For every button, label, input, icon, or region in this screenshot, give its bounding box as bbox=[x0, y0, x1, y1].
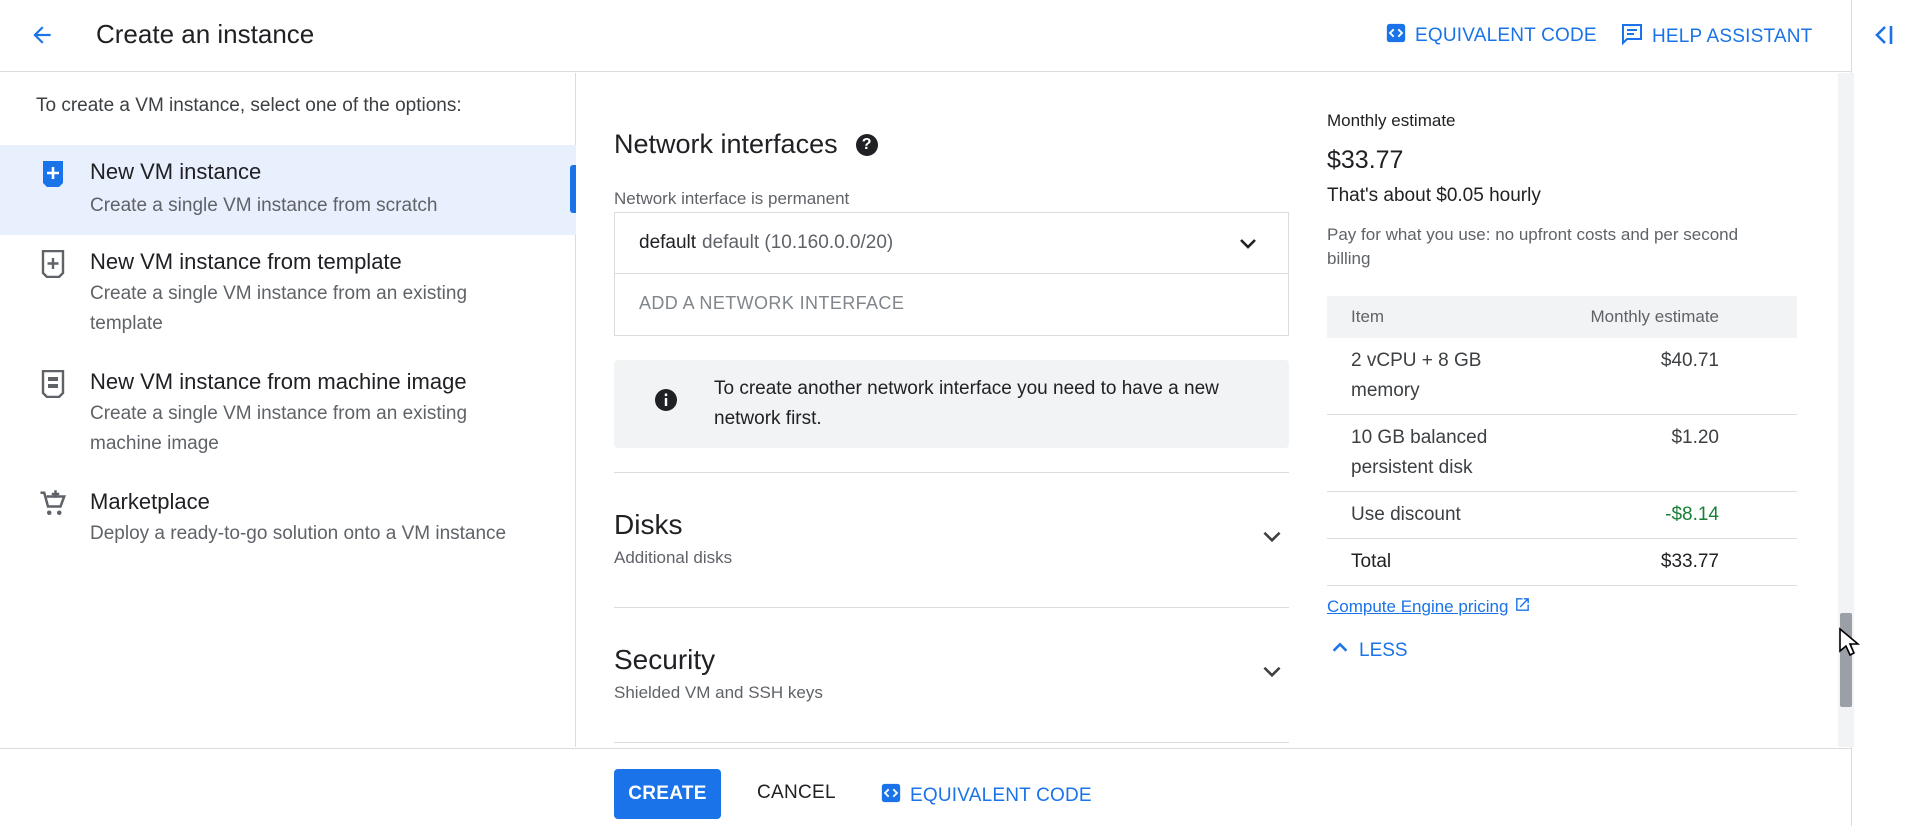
option-new-vm-instance[interactable]: New VM instance Create a single VM insta… bbox=[0, 145, 576, 235]
disks-title: Disks bbox=[614, 509, 683, 540]
help-icon[interactable]: ? bbox=[855, 133, 878, 156]
network-interfaces-heading: Network interfaces ? bbox=[614, 129, 878, 160]
chevron-up-icon bbox=[1329, 637, 1351, 665]
table-row: Use discount -$8.14 bbox=[1327, 491, 1797, 539]
option-description: Create a single VM instance from an exis… bbox=[90, 403, 468, 454]
create-button[interactable]: CREATE bbox=[614, 769, 721, 819]
help-assistant-label: HELP ASSISTANT bbox=[1652, 26, 1813, 47]
estimate-label: Monthly estimate bbox=[1327, 111, 1456, 130]
row-item: Total bbox=[1327, 538, 1527, 586]
footer-equivalent-code-button[interactable]: EQUIVALENT CODE bbox=[880, 782, 1092, 810]
cancel-button[interactable]: CANCEL bbox=[757, 782, 836, 804]
estimate-table: Item Monthly estimate 2 vCPU + 8 GB memo… bbox=[1327, 296, 1797, 586]
option-description: Create a single VM instance from scratch bbox=[90, 195, 438, 216]
code-icon bbox=[1385, 22, 1407, 50]
collapse-panel-icon[interactable] bbox=[1868, 18, 1898, 52]
security-subtitle: Shielded VM and SSH keys bbox=[614, 683, 823, 702]
disks-section[interactable]: Disks Additional disks bbox=[614, 473, 1289, 581]
row-value: -$8.14 bbox=[1527, 491, 1797, 539]
chevron-down-icon[interactable] bbox=[1236, 231, 1260, 261]
table-row: 2 vCPU + 8 GB memory $40.71 bbox=[1327, 338, 1797, 415]
column-header-estimate: Monthly estimate bbox=[1527, 296, 1797, 338]
compute-engine-pricing-link[interactable]: Compute Engine pricing bbox=[1327, 596, 1531, 618]
page-title: Create an instance bbox=[96, 19, 315, 49]
cart-icon bbox=[38, 489, 68, 519]
mouse-cursor-icon bbox=[1838, 627, 1861, 662]
section-divider bbox=[614, 742, 1289, 743]
options-intro: To create a VM instance, select one of t… bbox=[36, 95, 462, 116]
option-new-vm-from-machine-image[interactable]: New VM instance from machine image Creat… bbox=[0, 355, 576, 475]
option-new-vm-from-template[interactable]: New VM instance from template Create a s… bbox=[0, 235, 576, 355]
network-interface-default[interactable]: default default (10.160.0.0/20) bbox=[615, 213, 1288, 274]
row-value: $1.20 bbox=[1527, 414, 1797, 492]
machine-image-icon bbox=[38, 369, 68, 399]
option-description: Create a single VM instance from an exis… bbox=[90, 283, 468, 334]
row-item: 2 vCPU + 8 GB memory bbox=[1327, 338, 1527, 415]
option-description: Deploy a ready-to-go solution onto a VM … bbox=[90, 523, 507, 544]
network-permanent-label: Network interface is permanent bbox=[614, 189, 850, 208]
row-value: $33.77 bbox=[1527, 538, 1797, 586]
interface-detail: default (10.160.0.0/20) bbox=[702, 232, 894, 253]
less-toggle-button[interactable]: LESS bbox=[1329, 637, 1408, 665]
code-icon bbox=[880, 782, 902, 810]
add-network-interface-button[interactable]: ADD A NETWORK INTERFACE bbox=[639, 293, 904, 314]
selected-indicator bbox=[570, 165, 576, 213]
option-title: Marketplace bbox=[90, 489, 210, 514]
row-value: $40.71 bbox=[1527, 338, 1797, 415]
network-info-banner: To create another network interface you … bbox=[614, 360, 1289, 448]
external-link-icon bbox=[1514, 596, 1531, 618]
option-title: New VM instance from template bbox=[90, 249, 402, 274]
creation-options-panel: To create a VM instance, select one of t… bbox=[0, 73, 576, 747]
network-interface-list: default default (10.160.0.0/20) ADD A NE… bbox=[614, 212, 1289, 336]
pricing-link-label: Compute Engine pricing bbox=[1327, 597, 1509, 616]
equivalent-code-label: EQUIVALENT CODE bbox=[910, 785, 1092, 806]
chevron-down-icon[interactable] bbox=[1259, 523, 1285, 554]
estimate-hourly: That's about $0.05 hourly bbox=[1327, 185, 1541, 206]
interface-name: default bbox=[639, 232, 697, 253]
chat-icon bbox=[1620, 22, 1644, 52]
info-text: To create another network interface you … bbox=[714, 378, 1219, 429]
less-label: LESS bbox=[1359, 640, 1408, 661]
table-total-row: Total $33.77 bbox=[1327, 538, 1797, 586]
equivalent-code-button[interactable]: EQUIVALENT CODE bbox=[1385, 22, 1597, 50]
chevron-down-icon[interactable] bbox=[1259, 658, 1285, 689]
row-item: 10 GB balanced persistent disk bbox=[1327, 414, 1527, 492]
back-arrow-icon[interactable] bbox=[26, 19, 58, 51]
table-header-row: Item Monthly estimate bbox=[1327, 296, 1797, 338]
add-box-icon bbox=[38, 159, 68, 189]
equivalent-code-label: EQUIVALENT CODE bbox=[1415, 25, 1597, 46]
row-item: Use discount bbox=[1327, 491, 1527, 539]
option-marketplace[interactable]: Marketplace Deploy a ready-to-go solutio… bbox=[0, 475, 576, 565]
action-footer: CREATE CANCEL EQUIVALENT CODE bbox=[0, 748, 1851, 826]
option-title: New VM instance bbox=[90, 159, 262, 184]
template-icon bbox=[38, 249, 68, 279]
help-assistant-button[interactable]: HELP ASSISTANT bbox=[1620, 22, 1813, 52]
disks-subtitle: Additional disks bbox=[614, 548, 733, 567]
top-header: Create an instance EQUIVALENT CODE HELP … bbox=[0, 0, 1851, 72]
estimate-amount: $33.77 bbox=[1327, 146, 1404, 174]
network-interfaces-title: Network interfaces bbox=[614, 129, 838, 159]
table-row: 10 GB balanced persistent disk $1.20 bbox=[1327, 414, 1797, 492]
info-icon bbox=[654, 388, 678, 417]
column-header-item: Item bbox=[1327, 296, 1527, 338]
security-section[interactable]: Security Shielded VM and SSH keys bbox=[614, 608, 1289, 716]
estimate-note: Pay for what you use: no upfront costs a… bbox=[1327, 225, 1739, 268]
option-title: New VM instance from machine image bbox=[90, 369, 467, 394]
security-title: Security bbox=[614, 644, 716, 675]
